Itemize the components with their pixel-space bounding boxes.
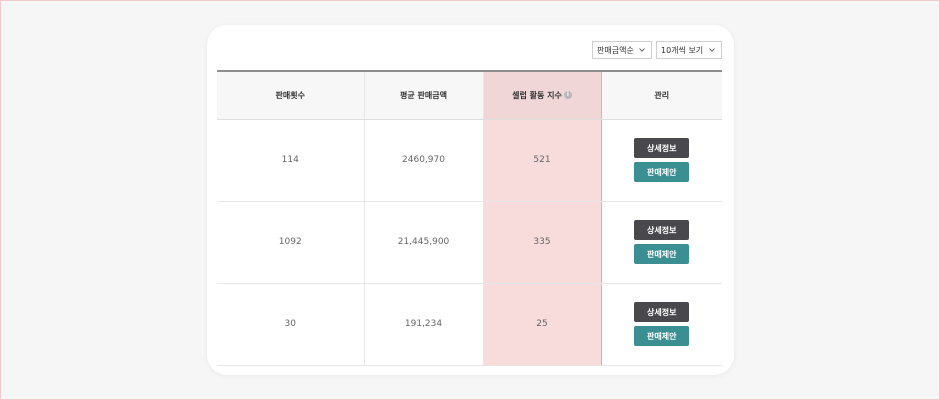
header-manage: 관리 [601,70,722,120]
activity-index-cell: 25 [482,283,602,366]
info-icon[interactable]: i [563,91,572,100]
sales-table: 판매횟수 평균 판매금액 셀럽 활동 지수 i 관리 114 2460,970 5… [217,70,722,366]
average-amount-cell: 191,234 [364,283,484,366]
propose-sale-button[interactable]: 판매제안 [634,326,690,346]
table-row: 30 191,234 25 상세정보 판매제안 [217,283,722,366]
table-header-row: 판매횟수 평균 판매금액 셀럽 활동 지수 i 관리 [217,70,722,120]
header-activity-index: 셀럽 활동 지수 i [482,70,602,120]
detail-button[interactable]: 상세정보 [634,302,690,322]
manage-cell: 상세정보 판매제안 [601,119,722,202]
propose-sale-button[interactable]: 판매제안 [634,244,690,264]
sort-select[interactable]: 판매금액순 [592,41,652,59]
activity-index-cell: 521 [482,119,602,202]
sales-count-cell: 114 [217,119,365,202]
chevron-down-icon [709,48,715,52]
table-toolbar: 판매금액순 10개씩 보기 [592,41,722,59]
header-sales-count: 판매횟수 [217,70,365,120]
results-card: 판매금액순 10개씩 보기 판매횟수 평균 판매금액 셀럽 활동 지수 i 관리 … [207,25,734,375]
page-size-select-value: 10개씩 보기 [661,46,704,55]
detail-button[interactable]: 상세정보 [634,220,690,240]
page-size-select[interactable]: 10개씩 보기 [656,41,722,59]
header-activity-index-label: 셀럽 활동 지수 [512,90,562,100]
manage-cell: 상세정보 판매제안 [601,201,722,284]
manage-cell: 상세정보 판매제안 [601,283,722,366]
average-amount-cell: 2460,970 [364,119,484,202]
propose-sale-button[interactable]: 판매제안 [634,162,690,182]
chevron-down-icon [639,48,645,52]
detail-button[interactable]: 상세정보 [634,138,690,158]
table-row: 1092 21,445,900 335 상세정보 판매제안 [217,201,722,284]
sales-count-cell: 30 [217,283,365,366]
activity-index-cell: 335 [482,201,602,284]
sales-count-cell: 1092 [217,201,365,284]
header-average-amount: 평균 판매금액 [364,70,484,120]
sort-select-value: 판매금액순 [597,46,634,55]
average-amount-cell: 21,445,900 [364,201,484,284]
table-row: 114 2460,970 521 상세정보 판매제안 [217,119,722,202]
